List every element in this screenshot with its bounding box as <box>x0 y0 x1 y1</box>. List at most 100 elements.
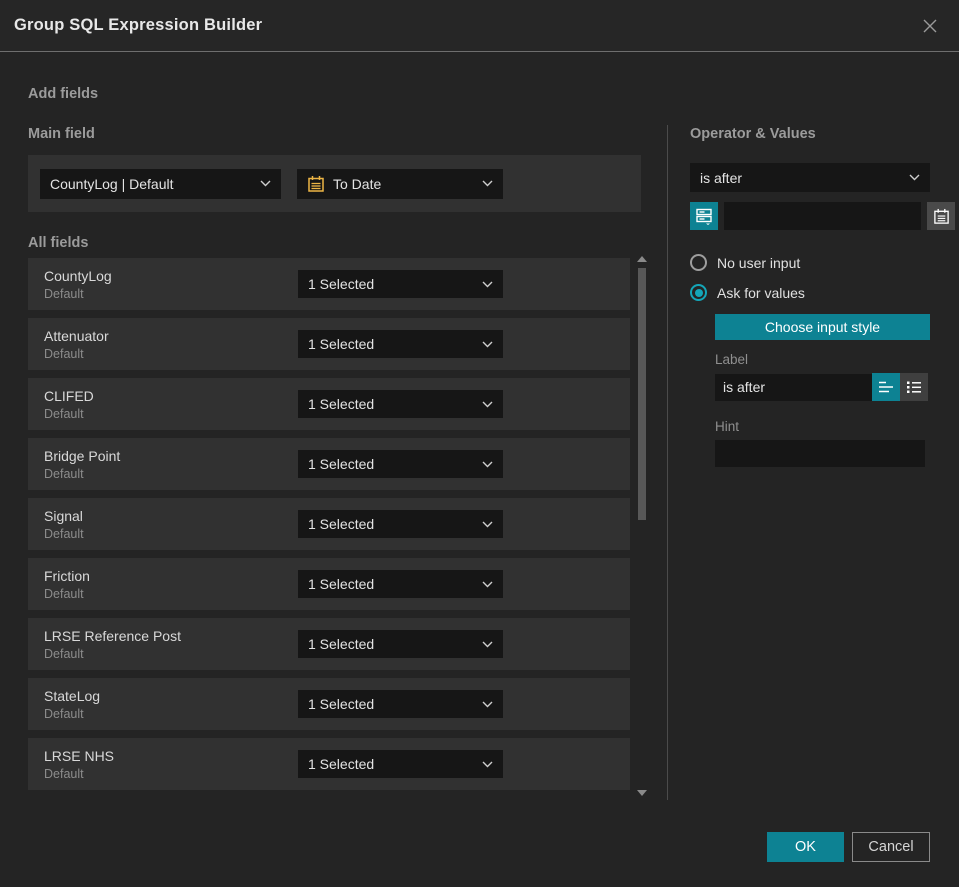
all-fields-label: All fields <box>28 235 89 251</box>
field-selected-dropdown[interactable]: 1 Selected <box>298 330 503 358</box>
main-field-select-value: CountyLog | Default <box>50 175 174 192</box>
close-button[interactable] <box>917 13 943 39</box>
ask-values-options: Choose input style Label is after Hint <box>715 314 930 467</box>
date-picker-button[interactable] <box>927 202 955 230</box>
scrollbar-down-arrow[interactable] <box>637 790 647 796</box>
ok-button[interactable]: OK <box>767 832 844 862</box>
add-fields-heading: Add fields <box>28 86 99 102</box>
chevron-down-icon <box>482 701 493 707</box>
scrollbar-thumb[interactable] <box>638 268 646 520</box>
label-row <box>715 373 930 401</box>
choose-input-style-button[interactable]: Choose input style <box>715 314 930 340</box>
chevron-down-icon <box>482 341 493 347</box>
field-row: Attenuator Default 1 Selected <box>28 318 630 370</box>
date-field-select[interactable]: To Date <box>297 168 503 199</box>
list-scrollbar <box>636 252 648 800</box>
field-row-names: Signal Default <box>44 508 298 541</box>
field-selected-value: 1 Selected <box>308 696 375 712</box>
field-selected-dropdown[interactable]: 1 Selected <box>298 270 503 298</box>
field-selected-dropdown[interactable]: 1 Selected <box>298 630 503 658</box>
field-row: LRSE Reference Post Default 1 Selected <box>28 618 630 670</box>
value-type-button[interactable] <box>690 202 718 230</box>
field-selected-value: 1 Selected <box>308 576 375 592</box>
single-line-style-button[interactable] <box>872 373 900 401</box>
operator-values-heading: Operator & Values <box>690 126 816 142</box>
stacked-fields-icon <box>696 208 712 225</box>
field-row: Signal Default 1 Selected <box>28 498 630 550</box>
radio-circle-icon <box>690 284 707 301</box>
chevron-down-icon <box>482 641 493 647</box>
radio-ask-for-values[interactable]: Ask for values <box>690 284 930 301</box>
field-selected-value: 1 Selected <box>308 516 375 532</box>
radio-ask-for-values-label: Ask for values <box>717 284 805 301</box>
label-caption: Label <box>715 352 749 367</box>
field-selected-value: 1 Selected <box>308 636 375 652</box>
field-sublabel: Default <box>44 646 84 661</box>
field-row: Bridge Point Default 1 Selected <box>28 438 630 490</box>
chevron-down-icon <box>482 461 493 467</box>
field-sublabel: Default <box>44 466 84 481</box>
operator-select[interactable]: is after <box>690 163 930 192</box>
field-selected-dropdown[interactable]: 1 Selected <box>298 390 503 418</box>
field-selected-dropdown[interactable]: 1 Selected <box>298 450 503 478</box>
panel-divider <box>667 125 668 800</box>
field-sublabel: Default <box>44 286 84 301</box>
field-row: Friction Default 1 Selected <box>28 558 630 610</box>
chevron-down-icon <box>482 761 493 767</box>
chevron-down-icon <box>482 180 493 187</box>
field-row: LRSE NHS Default 1 Selected <box>28 738 630 790</box>
field-name: Signal <box>44 507 83 524</box>
close-icon <box>923 19 937 32</box>
field-row-names: StateLog Default <box>44 688 298 721</box>
field-name: CLIFED <box>44 387 94 404</box>
chevron-down-icon <box>909 174 920 181</box>
align-left-icon <box>879 381 893 393</box>
chevron-down-icon <box>482 281 493 287</box>
field-selected-value: 1 Selected <box>308 396 375 412</box>
chevron-down-icon <box>482 581 493 587</box>
list-icon <box>907 381 921 393</box>
date-value-input[interactable] <box>724 202 921 230</box>
field-row-names: CountyLog Default <box>44 268 298 301</box>
field-selected-value: 1 Selected <box>308 456 375 472</box>
hint-input[interactable] <box>715 440 925 467</box>
field-name: LRSE Reference Post <box>44 627 181 644</box>
cancel-button[interactable]: Cancel <box>852 832 930 862</box>
dialog-titlebar: Group SQL Expression Builder <box>0 0 959 52</box>
field-selected-value: 1 Selected <box>308 276 375 292</box>
date-field-select-value: To Date <box>333 175 382 192</box>
chevron-down-icon <box>482 521 493 527</box>
field-selected-dropdown[interactable]: 1 Selected <box>298 510 503 538</box>
radio-no-user-input[interactable]: No user input <box>690 254 930 271</box>
field-row-names: LRSE NHS Default <box>44 748 298 781</box>
field-name: StateLog <box>44 687 101 704</box>
group-sql-expression-builder-dialog: Group SQL Expression Builder Add fields … <box>0 0 959 887</box>
value-row <box>690 202 955 230</box>
field-row: CountyLog Default 1 Selected <box>28 258 630 310</box>
field-row-names: Attenuator Default <box>44 328 298 361</box>
operator-values-panel: Operator & Values is after No user input… <box>690 126 955 467</box>
field-name: Bridge Point <box>44 447 121 464</box>
field-selected-dropdown[interactable]: 1 Selected <box>298 690 503 718</box>
radio-circle-icon <box>690 254 707 271</box>
field-sublabel: Default <box>44 586 84 601</box>
list-style-button[interactable] <box>900 373 928 401</box>
radio-no-user-input-label: No user input <box>717 254 801 271</box>
scrollbar-up-arrow[interactable] <box>637 256 647 262</box>
field-selected-dropdown[interactable]: 1 Selected <box>298 750 503 778</box>
calendar-icon <box>933 208 949 224</box>
field-row-names: LRSE Reference Post Default <box>44 628 298 661</box>
main-field-box: CountyLog | Default To Date <box>28 155 641 212</box>
field-sublabel: Default <box>44 706 84 721</box>
field-name: LRSE NHS <box>44 747 115 764</box>
field-selected-dropdown[interactable]: 1 Selected <box>298 570 503 598</box>
operator-select-value: is after <box>700 169 743 186</box>
field-row-names: Bridge Point Default <box>44 448 298 481</box>
main-field-select[interactable]: CountyLog | Default <box>40 168 281 199</box>
label-input[interactable] <box>715 373 872 401</box>
field-row: CLIFED Default 1 Selected <box>28 378 630 430</box>
field-row: StateLog Default 1 Selected <box>28 678 630 730</box>
field-sublabel: Default <box>44 526 84 541</box>
dialog-footer: OK Cancel <box>767 832 930 862</box>
field-selected-value: 1 Selected <box>308 336 375 352</box>
